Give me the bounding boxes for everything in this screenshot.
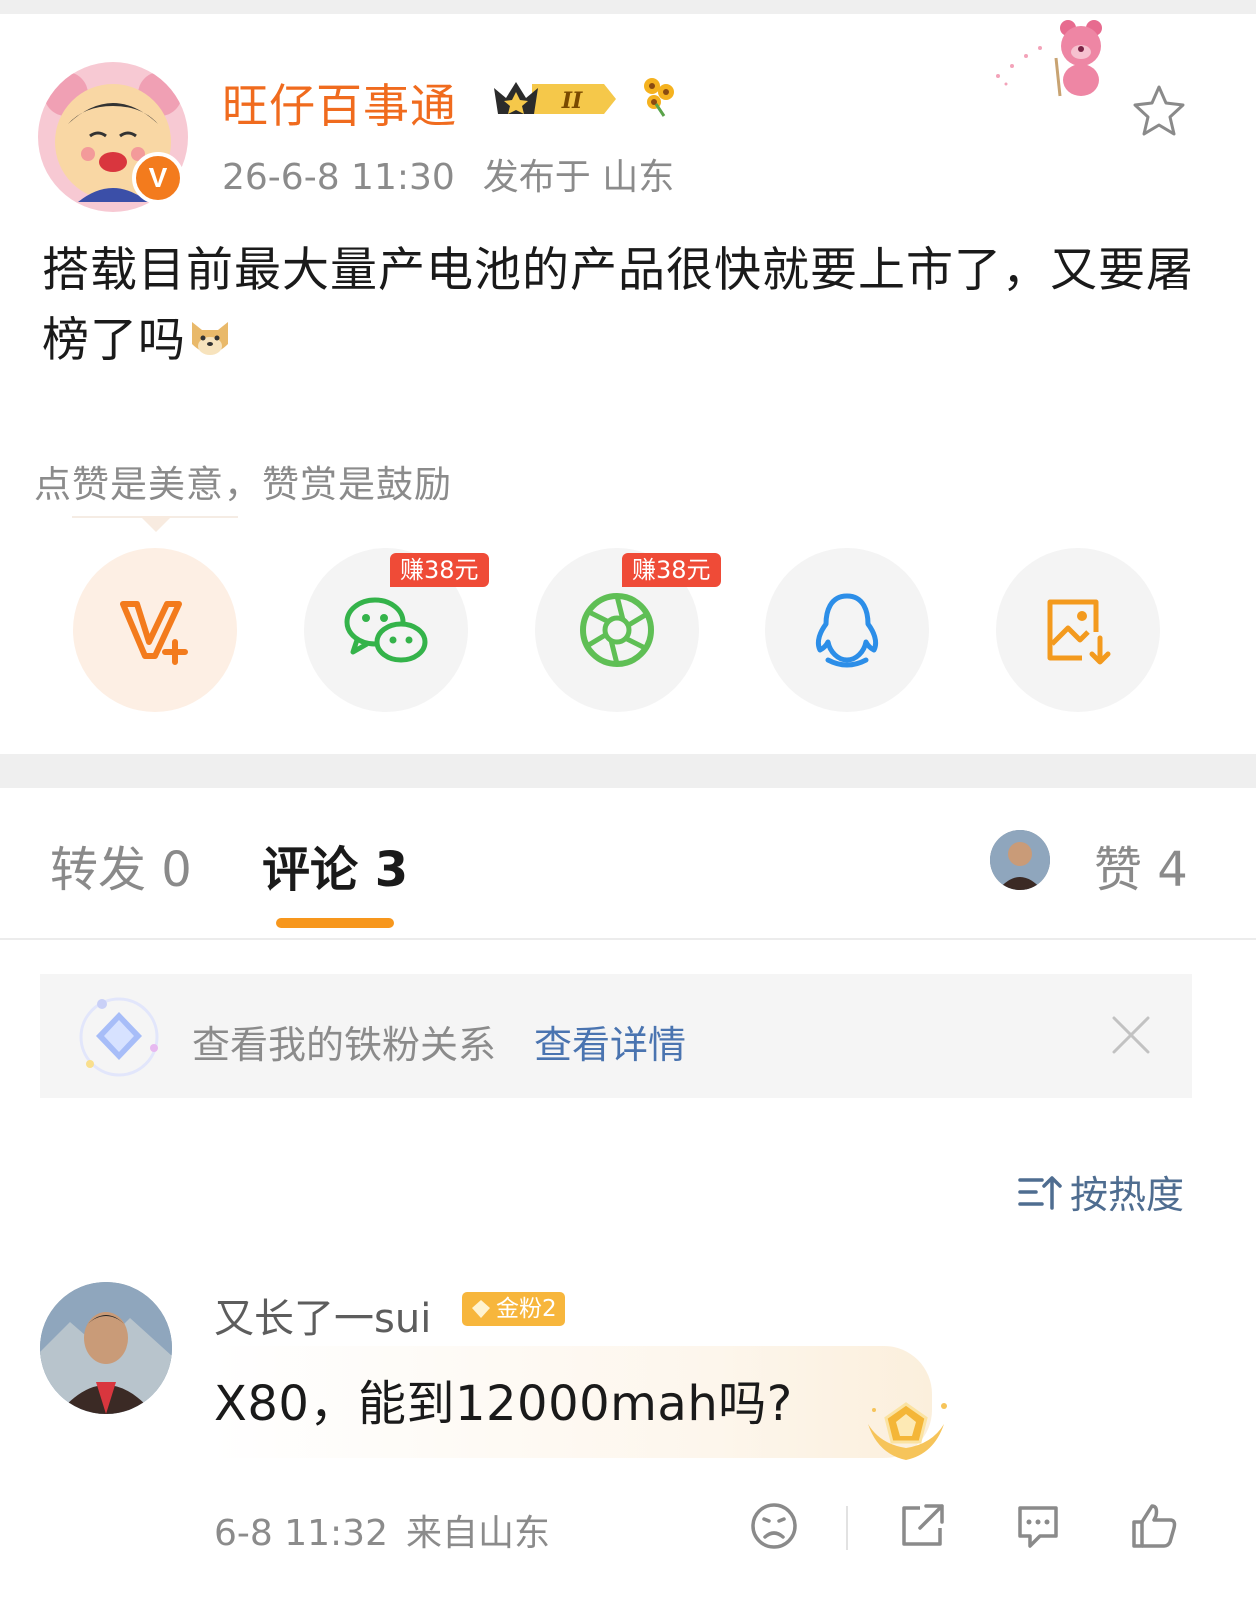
sort-icon — [1018, 1175, 1062, 1210]
lotso-bear-decoration — [990, 18, 1120, 98]
comment-time: 6-8 11:32 — [214, 1513, 388, 1554]
author-name[interactable]: 旺仔百事通 — [222, 70, 457, 136]
gold-medal-icon — [860, 1390, 952, 1470]
view-details-link[interactable]: 查看详情 — [534, 1014, 686, 1069]
moments-icon — [580, 593, 654, 667]
sort-label: 按热度 — [1070, 1173, 1185, 1217]
share-comment-icon[interactable] — [896, 1500, 948, 1552]
wechat-icon — [344, 597, 428, 663]
tabs-divider — [0, 938, 1256, 940]
reward-pointer — [140, 516, 172, 532]
top-strip — [0, 0, 1256, 14]
reply-comment-icon[interactable] — [1012, 1500, 1064, 1552]
close-icon[interactable] — [1110, 1014, 1152, 1056]
action-separator — [846, 1506, 848, 1550]
like-thumb-icon[interactable] — [1128, 1500, 1180, 1552]
tab-comment[interactable]: 评论 3 — [262, 830, 408, 900]
comment-source: 来自山东 — [406, 1513, 551, 1554]
diamond-fan-icon — [76, 994, 162, 1080]
crown-level-badge[interactable]: II — [492, 76, 620, 122]
post-body: 搭载目前最大量产电池的产品很快就要上市了，又要屠榜了吗 — [42, 236, 1202, 376]
favorite-star-icon[interactable] — [1130, 82, 1188, 140]
level-text: II — [561, 88, 583, 114]
sunflower-icon — [636, 74, 680, 118]
sad-emoji-icon[interactable] — [748, 1500, 800, 1552]
comment-text: X80，能到12000mah吗? — [214, 1376, 793, 1432]
active-tab-indicator — [276, 918, 394, 928]
reward-vplus-button[interactable] — [73, 548, 237, 712]
section-divider — [0, 754, 1256, 788]
commenter-avatar[interactable] — [40, 1282, 172, 1414]
doge-emoji-icon — [192, 322, 228, 355]
fan-relationship-text: 查看我的铁粉关系 — [192, 1023, 497, 1067]
comment-meta: 6-8 11:32 来自山东 — [214, 1504, 550, 1556]
share-qq-button[interactable] — [765, 548, 929, 712]
reward-prompt[interactable]: 点赞是美意，赞赏是鼓励 — [34, 454, 452, 508]
commenter-name[interactable]: 又长了一sui — [214, 1286, 431, 1344]
verified-v-badge: V — [132, 152, 184, 204]
liker-avatar[interactable] — [990, 830, 1050, 890]
fan-relationship-bar: 查看我的铁粉关系 查看详情 — [40, 974, 1192, 1098]
gold-fan-badge-label: 金粉2 — [496, 1296, 557, 1322]
save-image-icon — [1047, 599, 1111, 665]
gold-fan-badge[interactable]: 金粉2 — [462, 1292, 565, 1326]
wechat-earn-badge: 赚38元 — [390, 553, 489, 587]
tab-like[interactable]: 赞 4 — [1094, 830, 1188, 900]
post-meta: 26-6-8 11:30 发布于 山东 — [222, 148, 674, 200]
gem-icon — [472, 1300, 490, 1318]
post-location: 发布于 山东 — [482, 157, 675, 198]
moments-earn-badge: 赚38元 — [622, 553, 721, 587]
save-image-button[interactable] — [996, 548, 1160, 712]
sort-by-popularity-button[interactable]: 按热度 — [1018, 1164, 1184, 1219]
post-time: 26-6-8 11:30 — [222, 157, 455, 198]
weibo-v-plus-icon — [120, 601, 188, 665]
qq-icon — [815, 593, 879, 668]
tab-repost[interactable]: 转发 0 — [50, 830, 192, 900]
